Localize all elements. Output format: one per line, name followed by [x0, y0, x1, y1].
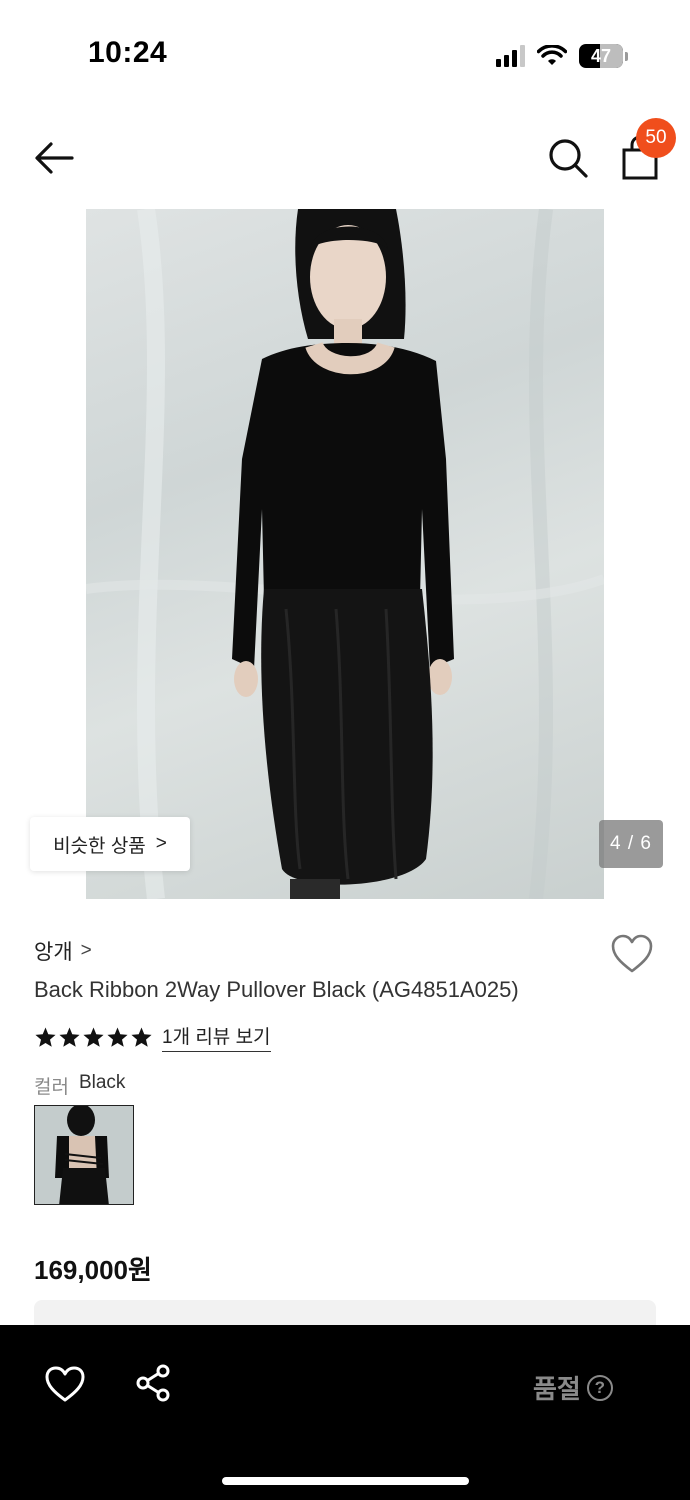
color-value: Black — [78, 1072, 126, 1093]
top-nav: 50 — [0, 118, 690, 196]
color-swatch-black[interactable] — [34, 1105, 134, 1205]
share-icon — [136, 1364, 170, 1402]
arrow-left-icon — [35, 142, 74, 174]
product-name: Back Ribbon 2Way Pullover Black (AG4851A… — [34, 977, 519, 1002]
brand-name: 앙개 — [34, 941, 73, 964]
image-page-counter: 4 / 6 — [599, 820, 663, 868]
similar-products-button[interactable]: 비슷한 상품 > — [30, 817, 190, 871]
chevron-right-icon: > — [155, 833, 167, 854]
battery-level: 47 — [590, 45, 612, 66]
heart-icon — [611, 934, 653, 973]
chevron-right-icon: > — [80, 940, 92, 961]
back-button[interactable] — [30, 136, 80, 180]
product-photo — [86, 209, 604, 899]
product-image[interactable] — [86, 209, 604, 899]
star-icon — [107, 1026, 128, 1047]
star-rating — [34, 1026, 153, 1049]
star-icon — [35, 1026, 56, 1047]
wifi-icon — [537, 45, 567, 65]
swatch-photo — [35, 1106, 133, 1204]
search-button[interactable] — [546, 136, 590, 180]
rating-row: 1개 리뷰 보기 — [34, 1022, 271, 1052]
status-icons: 47 — [496, 42, 628, 70]
wishlist-bottom-button[interactable] — [44, 1365, 86, 1403]
home-indicator — [222, 1477, 469, 1485]
help-icon[interactable]: ? — [586, 1374, 613, 1401]
color-row: 컬러 Black — [34, 1072, 125, 1099]
similar-products-label: 비슷한 상품 — [53, 835, 146, 857]
wishlist-button[interactable] — [610, 933, 654, 975]
cellular-signal-icon — [496, 45, 525, 67]
search-icon — [549, 139, 588, 178]
share-button[interactable] — [134, 1363, 174, 1403]
sold-out-label: 품절 — [533, 1374, 581, 1404]
sold-out-button[interactable]: 품절 ? — [533, 1369, 613, 1406]
star-icon — [83, 1026, 104, 1047]
color-label: 컬러 — [34, 1077, 69, 1098]
heart-icon — [45, 1366, 85, 1402]
status-time: 10:24 — [88, 36, 168, 69]
star-icon — [131, 1026, 152, 1047]
bottom-action-bar: 품절 ? — [0, 1325, 690, 1500]
view-reviews-link[interactable]: 1개 리뷰 보기 — [162, 1022, 271, 1052]
battery-cap — [625, 51, 628, 61]
battery-icon: 47 — [579, 44, 623, 68]
brand-link[interactable]: 앙개 > — [34, 936, 92, 966]
cart-count-badge: 50 — [636, 118, 676, 158]
product-price: 169,000원 — [34, 1255, 152, 1285]
status-bar: 10:24 47 — [0, 0, 690, 110]
star-icon — [59, 1026, 80, 1047]
